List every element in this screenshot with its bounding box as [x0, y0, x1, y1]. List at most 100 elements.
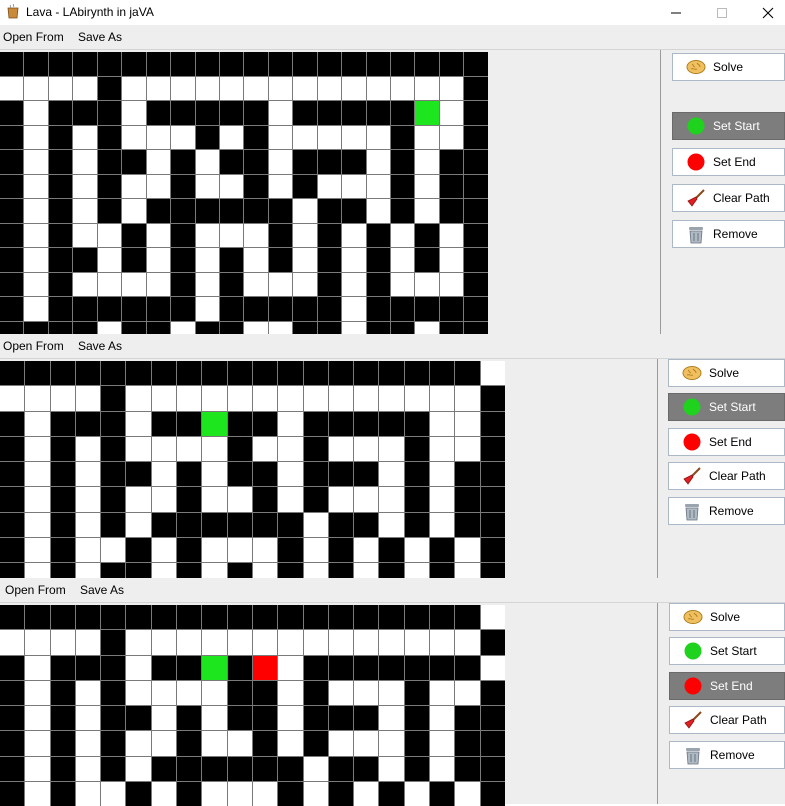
maze-wall-cell[interactable] — [73, 248, 97, 272]
maze-floor-cell[interactable] — [328, 680, 354, 706]
maze-floor-cell[interactable] — [97, 248, 122, 272]
maze-wall-cell[interactable] — [0, 756, 25, 782]
maze-floor-cell[interactable] — [146, 125, 171, 149]
maze-floor-cell[interactable] — [293, 199, 317, 223]
maze-wall-cell[interactable] — [75, 605, 101, 630]
maze-floor-cell[interactable] — [342, 248, 366, 272]
maze-floor-cell[interactable] — [126, 756, 151, 782]
maze-wall-cell[interactable] — [303, 462, 328, 487]
maze-wall-cell[interactable] — [227, 655, 252, 680]
maze-floor-cell[interactable] — [25, 756, 50, 782]
splitter[interactable] — [657, 359, 658, 578]
maze-floor-cell[interactable] — [25, 487, 50, 512]
maze-wall-cell[interactable] — [354, 706, 379, 731]
maze-floor-cell[interactable] — [317, 174, 342, 198]
maze-floor-cell[interactable] — [171, 125, 195, 149]
maze-floor-cell[interactable] — [303, 386, 328, 411]
maze-wall-cell[interactable] — [244, 52, 268, 76]
maze-wall-cell[interactable] — [177, 411, 202, 436]
maze-grid[interactable] — [0, 361, 505, 613]
remove-button[interactable]: Remove — [669, 741, 785, 769]
maze-floor-cell[interactable] — [202, 436, 227, 462]
maze-floor-cell[interactable] — [25, 680, 50, 706]
maze-wall-cell[interactable] — [303, 436, 328, 462]
maze-wall-cell[interactable] — [404, 487, 430, 512]
maze-wall-cell[interactable] — [151, 756, 177, 782]
maze-wall-cell[interactable] — [48, 272, 73, 296]
maze-wall-cell[interactable] — [317, 52, 342, 76]
maze-wall-cell[interactable] — [25, 605, 50, 630]
maze-floor-cell[interactable] — [328, 630, 354, 655]
maze-wall-cell[interactable] — [430, 782, 455, 806]
maze-wall-cell[interactable] — [391, 150, 415, 174]
maze-floor-cell[interactable] — [126, 411, 151, 436]
maze-floor-cell[interactable] — [430, 512, 455, 538]
maze-wall-cell[interactable] — [50, 782, 75, 806]
maze-wall-cell[interactable] — [73, 101, 97, 125]
maze-wall-cell[interactable] — [122, 150, 146, 174]
maze-floor-cell[interactable] — [25, 462, 50, 487]
maze-floor-cell[interactable] — [404, 386, 430, 411]
maze-floor-cell[interactable] — [354, 680, 379, 706]
maze-floor-cell[interactable] — [379, 706, 404, 731]
minimize-button[interactable] — [653, 0, 699, 25]
maze-floor-cell[interactable] — [24, 199, 48, 223]
maze-wall-cell[interactable] — [177, 538, 202, 563]
maze-wall-cell[interactable] — [480, 756, 505, 782]
maze-floor-cell[interactable] — [391, 272, 415, 296]
splitter[interactable] — [660, 50, 661, 334]
maze-floor-cell[interactable] — [75, 487, 101, 512]
maze-floor-cell[interactable] — [73, 125, 97, 149]
maze-wall-cell[interactable] — [455, 462, 480, 487]
maze-wall-cell[interactable] — [278, 605, 303, 630]
maze-wall-cell[interactable] — [146, 297, 171, 321]
maze-floor-cell[interactable] — [146, 248, 171, 272]
maze-wall-cell[interactable] — [480, 630, 505, 655]
maze-floor-cell[interactable] — [268, 101, 293, 125]
maze-wall-cell[interactable] — [151, 512, 177, 538]
maze-floor-cell[interactable] — [278, 411, 303, 436]
maze-wall-cell[interactable] — [391, 101, 415, 125]
maze-wall-cell[interactable] — [73, 52, 97, 76]
maze-wall-cell[interactable] — [0, 512, 25, 538]
maze-floor-cell[interactable] — [24, 125, 48, 149]
maze-wall-cell[interactable] — [415, 223, 439, 247]
remove-button[interactable]: Remove — [668, 497, 785, 525]
maze-wall-cell[interactable] — [354, 361, 379, 386]
maze-floor-cell[interactable] — [391, 223, 415, 247]
maze-wall-cell[interactable] — [379, 605, 404, 630]
maze-wall-cell[interactable] — [464, 52, 488, 76]
maze-wall-cell[interactable] — [391, 199, 415, 223]
maze-wall-cell[interactable] — [317, 272, 342, 296]
maze-floor-cell[interactable] — [50, 386, 75, 411]
maze-wall-cell[interactable] — [48, 297, 73, 321]
maze-wall-cell[interactable] — [171, 199, 195, 223]
maze-wall-cell[interactable] — [48, 101, 73, 125]
maze-wall-cell[interactable] — [379, 782, 404, 806]
maze-wall-cell[interactable] — [328, 706, 354, 731]
maze-floor-cell[interactable] — [354, 630, 379, 655]
maze-wall-cell[interactable] — [404, 706, 430, 731]
maze-wall-cell[interactable] — [0, 731, 25, 756]
maze-wall-cell[interactable] — [404, 680, 430, 706]
maze-wall-cell[interactable] — [24, 52, 48, 76]
maze-floor-cell[interactable] — [303, 630, 328, 655]
maze-floor-cell[interactable] — [439, 101, 464, 125]
maze-wall-cell[interactable] — [391, 297, 415, 321]
maze-floor-cell[interactable] — [404, 782, 430, 806]
maze-wall-cell[interactable] — [404, 411, 430, 436]
maze-floor-cell[interactable] — [328, 386, 354, 411]
maze-floor-cell[interactable] — [73, 150, 97, 174]
maze-wall-cell[interactable] — [464, 272, 488, 296]
maze-wall-cell[interactable] — [219, 52, 244, 76]
maze-wall-cell[interactable] — [146, 199, 171, 223]
maze-wall-cell[interactable] — [317, 199, 342, 223]
maze-wall-cell[interactable] — [342, 199, 366, 223]
maze-wall-cell[interactable] — [50, 538, 75, 563]
maze-wall-cell[interactable] — [50, 756, 75, 782]
maze-wall-cell[interactable] — [227, 411, 252, 436]
maze-floor-cell[interactable] — [75, 436, 101, 462]
maze-floor-cell[interactable] — [75, 731, 101, 756]
maze-wall-cell[interactable] — [171, 52, 195, 76]
maze-floor-cell[interactable] — [73, 272, 97, 296]
